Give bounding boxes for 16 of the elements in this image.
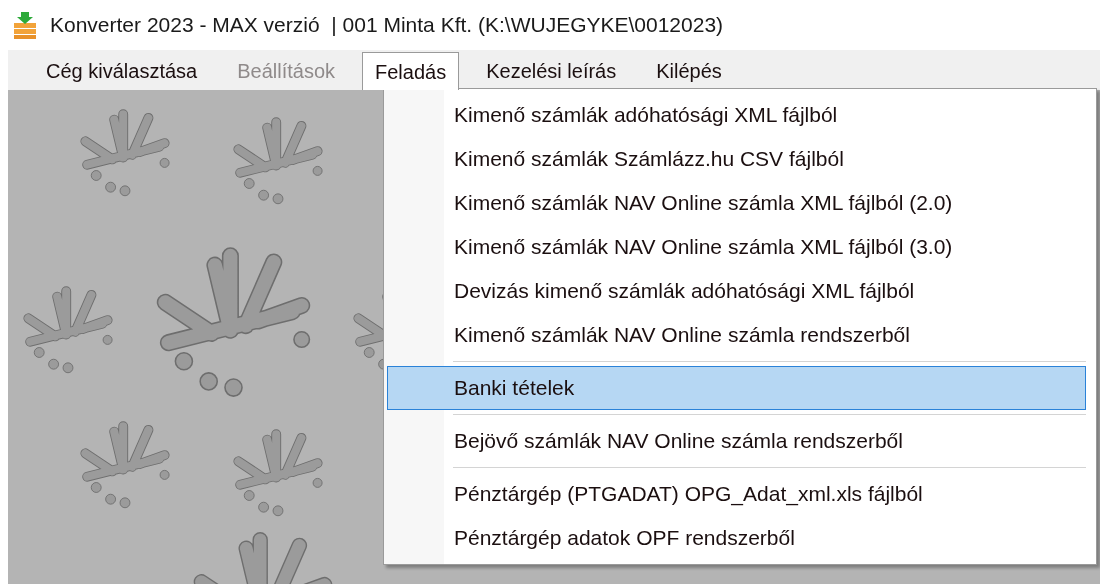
dropdown-item[interactable]: Kimenő számlák NAV Online számla XML fájlból (2.0)	[387, 181, 1086, 225]
dropdown-item[interactable]: Kimenő számlák adóhatósági XML fájlból	[387, 93, 1086, 137]
dropdown-item[interactable]: Kimenő számlák Számlázz.hu CSV fájlból	[387, 137, 1086, 181]
menu-item[interactable]: Feladás	[362, 52, 460, 90]
menu-item[interactable]: Cég kiválasztása	[33, 52, 211, 90]
dropdown-item[interactable]: Devizás kimenő számlák adóhatósági XML fájlból	[387, 269, 1086, 313]
menu-item[interactable]: Kilépés	[643, 52, 735, 90]
dropdown-item[interactable]: Banki tételek	[387, 366, 1086, 410]
dropdown-item[interactable]: Kimenő számlák NAV Online számla XML fájlból (3.0)	[387, 225, 1086, 269]
dropdown-item[interactable]: Pénztárgép (PTGADAT) OPG_Adat_xml.xls fájlból	[387, 472, 1086, 516]
dropdown-item[interactable]: Kimenő számlák NAV Online számla rendszerből	[387, 313, 1086, 357]
dropdown-item[interactable]: Pénztárgép adatok OPF rendszerből	[387, 516, 1086, 560]
dropdown-item[interactable]: Bejövő számlák NAV Online számla rendszerből	[387, 419, 1086, 463]
menu-item[interactable]: Kezelési leírás	[473, 52, 630, 90]
app-icon	[12, 11, 38, 39]
window-title: Konverter 2023 - MAX verzió | 001 Minta Kft. (K:\WUJEGYKE\0012023)	[50, 12, 724, 39]
